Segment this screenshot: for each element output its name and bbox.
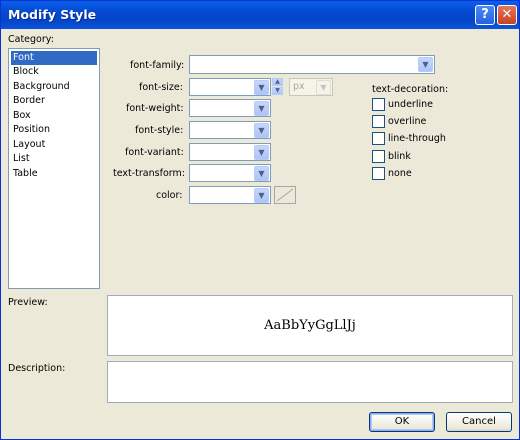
underline-checkbox[interactable]	[372, 98, 385, 111]
cancel-button[interactable]: Cancel	[446, 412, 512, 432]
description-label: Description:	[8, 363, 66, 374]
font-size-label: font-size:	[139, 82, 183, 93]
line-through-label: line-through	[388, 133, 446, 144]
chevron-down-icon: ▼	[316, 80, 331, 95]
help-button[interactable]: ?	[475, 5, 495, 25]
font-variant-select[interactable]: ▼	[189, 143, 271, 161]
font-size-stepper[interactable]: ▲ ▼	[272, 78, 283, 96]
category-item-position[interactable]: Position	[11, 123, 97, 137]
category-item-box[interactable]: Box	[11, 109, 97, 123]
font-style-label: font-style:	[135, 125, 184, 136]
none-checkbox[interactable]	[372, 167, 385, 180]
blink-label: blink	[388, 151, 411, 162]
font-weight-select[interactable]: ▼	[189, 99, 271, 117]
preview-sample-text: AaBbYyGgLlJj	[264, 318, 356, 333]
chevron-down-icon[interactable]: ▼	[254, 145, 269, 160]
font-weight-label: font-weight:	[126, 103, 184, 114]
chevron-down-icon[interactable]: ▼	[418, 57, 433, 72]
spin-down-icon[interactable]: ▼	[272, 87, 283, 95]
chevron-down-icon[interactable]: ▼	[254, 80, 269, 95]
line-through-checkbox[interactable]	[372, 132, 385, 145]
title-bar[interactable]: Modify Style ? ✕	[1, 1, 519, 29]
window-title: Modify Style	[8, 7, 97, 22]
modify-style-dialog: Modify Style ? ✕ Category: Font Block Ba…	[0, 0, 520, 440]
color-select[interactable]: ▼	[189, 186, 271, 204]
description-box	[107, 361, 513, 403]
none-label: none	[388, 168, 412, 179]
category-list[interactable]: Font Block Background Border Box Positio…	[8, 48, 100, 289]
ok-button[interactable]: OK	[369, 412, 435, 432]
category-label: Category:	[8, 34, 54, 45]
font-style-select[interactable]: ▼	[189, 121, 271, 139]
overline-checkbox[interactable]	[372, 115, 385, 128]
blink-checkbox[interactable]	[372, 150, 385, 163]
category-item-layout[interactable]: Layout	[11, 138, 97, 152]
category-item-border[interactable]: Border	[11, 94, 97, 108]
font-family-label: font-family:	[130, 60, 185, 71]
chevron-down-icon[interactable]: ▼	[254, 123, 269, 138]
category-item-block[interactable]: Block	[11, 65, 97, 79]
font-size-unit-value: px	[293, 81, 305, 92]
preview-label: Preview:	[8, 297, 48, 308]
font-size-select[interactable]: ▼	[189, 78, 271, 96]
color-picker-button[interactable]	[274, 186, 296, 204]
chevron-down-icon[interactable]: ▼	[254, 166, 269, 181]
close-icon: ✕	[501, 7, 513, 22]
font-size-unit-select: px ▼	[289, 78, 333, 96]
category-item-background[interactable]: Background	[11, 80, 97, 94]
color-label: color:	[156, 190, 183, 201]
category-item-list[interactable]: List	[11, 152, 97, 166]
spin-up-icon[interactable]: ▲	[272, 78, 283, 86]
category-item-font[interactable]: Font	[11, 51, 97, 65]
text-decoration-label: text-decoration:	[372, 84, 449, 95]
text-transform-label: text-transform:	[113, 168, 185, 179]
category-item-table[interactable]: Table	[11, 167, 97, 181]
font-family-select[interactable]: ▼	[189, 55, 435, 74]
font-variant-label: font-variant:	[125, 147, 184, 158]
underline-label: underline	[388, 99, 433, 110]
color-swatch-icon	[276, 188, 294, 202]
text-transform-select[interactable]: ▼	[189, 164, 271, 182]
close-button[interactable]: ✕	[497, 5, 517, 25]
preview-box: AaBbYyGgLlJj	[107, 295, 513, 356]
chevron-down-icon[interactable]: ▼	[254, 101, 269, 116]
help-icon: ?	[481, 7, 489, 22]
chevron-down-icon[interactable]: ▼	[254, 188, 269, 203]
overline-label: overline	[388, 116, 427, 127]
